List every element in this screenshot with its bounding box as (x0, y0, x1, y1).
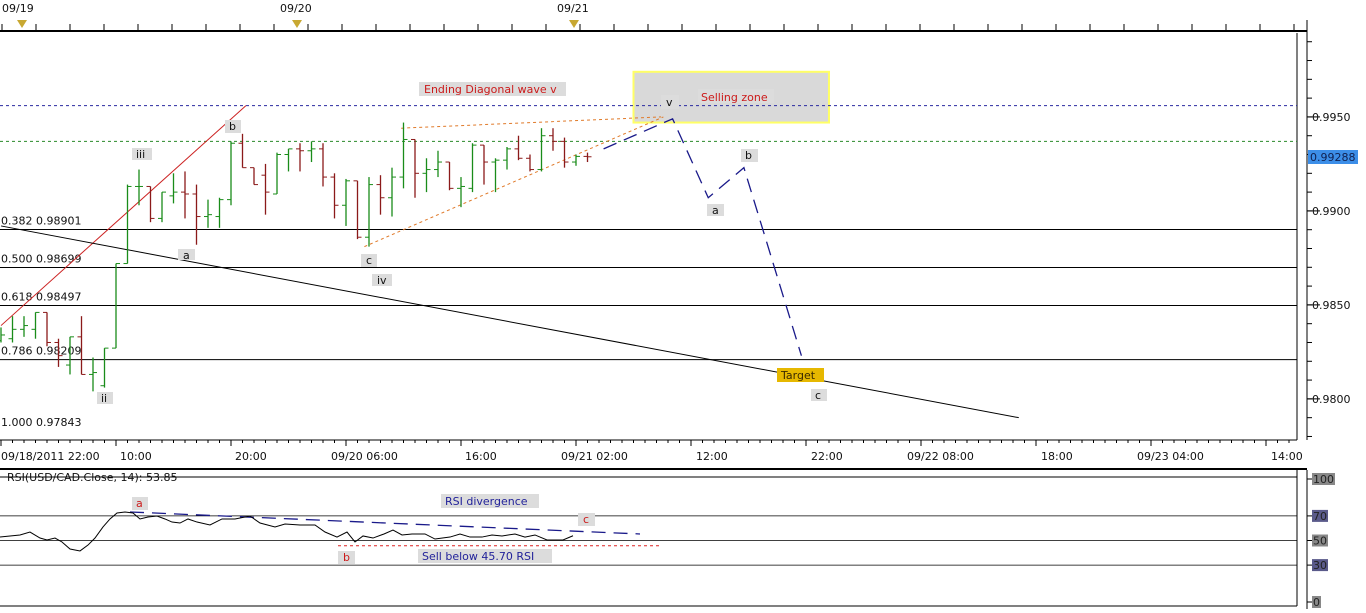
ending-diagonal-label: Ending Diagonal wave v (424, 83, 557, 96)
wave-label-c-projected: c (815, 389, 821, 402)
time-label: 16:00 (465, 450, 497, 463)
fib-level-label: 0.382 0.98901 (1, 215, 81, 228)
time-label: 20:00 (235, 450, 267, 463)
selling-zone-label: Selling zone (701, 91, 768, 104)
price-tick-label: 0.9900 (1312, 205, 1351, 218)
wave-label-a-projected: a (712, 204, 719, 217)
rsi-divergence-label: RSI divergence (445, 495, 528, 508)
time-label: 09/23 04:00 (1137, 450, 1204, 463)
target-label: Target (780, 369, 816, 382)
wave-label-b: b (229, 120, 236, 133)
fib-level-label: 0.618 0.98497 (1, 290, 81, 303)
time-label: 14:00 (1271, 450, 1303, 463)
wave-label-iii: iii (136, 148, 145, 161)
rsi-label-b: b (343, 551, 350, 564)
rsi-axis-label: 70 (1313, 510, 1327, 523)
wave-label-c: c (366, 254, 372, 267)
last-price-label: 0.99288 (1310, 151, 1356, 164)
forex-chart: 09/19 09/20 09/21 0.382 0.989010.500 0.9… (0, 0, 1366, 609)
time-label: 09/20 06:00 (331, 450, 398, 463)
time-label: 09/18/2011 22:00 (1, 450, 100, 463)
time-label: 12:00 (696, 450, 728, 463)
price-tick-label: 0.9850 (1312, 299, 1351, 312)
rsi-axis-label: 100 (1313, 473, 1334, 486)
top-date-label: 09/19 (2, 2, 34, 15)
top-date-label: 09/21 (557, 2, 589, 15)
time-label: 09/21 02:00 (561, 450, 628, 463)
rsi-axis-label: 0 (1313, 596, 1320, 609)
wave-label-ii: ii (101, 392, 107, 405)
rsi-title: RSI(USD/CAD.Close, 14): 53.85 (7, 471, 177, 484)
sell-below-label: Sell below 45.70 RSI (422, 550, 534, 563)
rsi-axis-label: 30 (1313, 559, 1327, 572)
wave-label-b-projected: b (745, 149, 752, 162)
time-label: 22:00 (811, 450, 843, 463)
price-tick-label: 0.9800 (1312, 393, 1351, 406)
rsi-label-c: c (583, 513, 589, 526)
time-label: 10:00 (120, 450, 152, 463)
rsi-axis-label: 50 (1313, 535, 1327, 548)
time-label: 18:00 (1041, 450, 1073, 463)
time-label: 09/22 08:00 (907, 450, 974, 463)
price-tick-label: 0.9950 (1312, 111, 1351, 124)
wave-label-iv: iv (377, 274, 387, 287)
wave-label-a: a (183, 249, 190, 262)
fib-level-label: 1.000 0.97843 (1, 416, 81, 429)
rsi-label-a: a (136, 497, 143, 510)
wave-label-v: v (666, 96, 673, 109)
top-date-label: 09/20 (280, 2, 312, 15)
